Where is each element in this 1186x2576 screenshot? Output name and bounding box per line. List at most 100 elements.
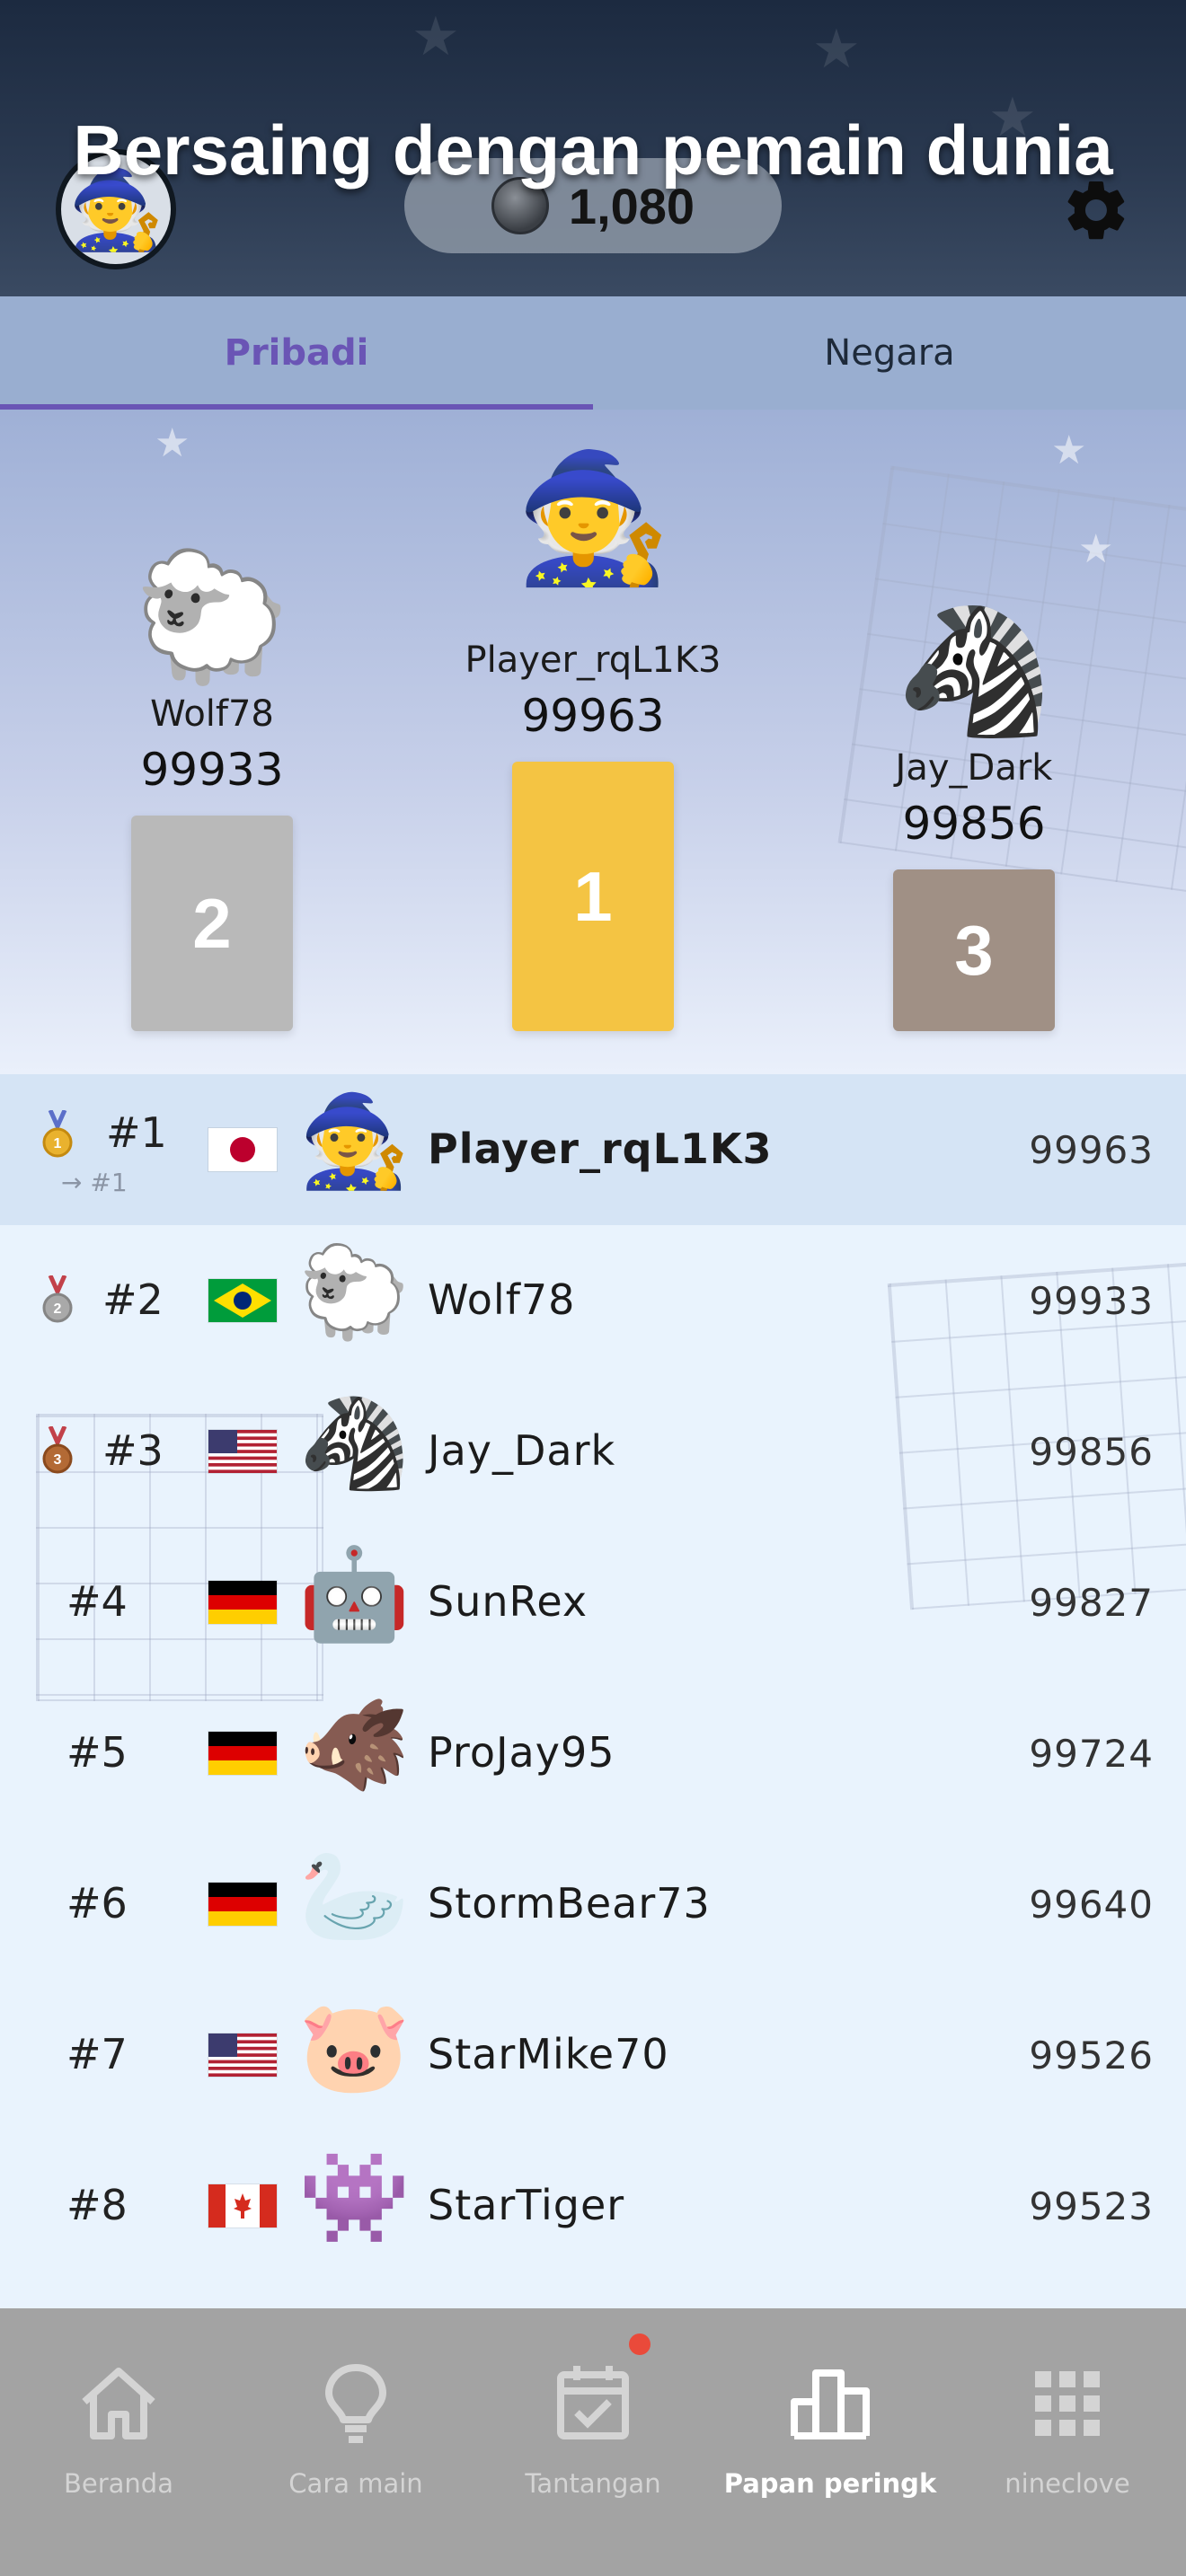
player-avatar: 🐷 xyxy=(298,1994,411,2099)
podium-name-3: Jay_Dark xyxy=(895,747,1053,789)
flag-brazil-icon xyxy=(208,1279,277,1322)
player-name: Jay_Dark xyxy=(428,1426,616,1475)
rank-label: #5 xyxy=(66,1728,128,1777)
svg-text:1: 1 xyxy=(54,1136,62,1151)
podium-avatar-1: 🧙 xyxy=(514,446,672,592)
podium-score-3: 99856 xyxy=(902,798,1046,850)
table-row[interactable]: 2 #2 🐑 Wolf78 99933 xyxy=(0,1225,1186,1376)
nav-item-cara-main[interactable]: Cara main xyxy=(237,2308,474,2576)
podium: ★ ★ ★ 🐑 Wolf78 99933 2 🧙 Player_rqL1K3 9… xyxy=(0,410,1186,1074)
silver-medal-icon: 2 xyxy=(42,1275,73,1323)
player-avatar: 🧙 xyxy=(298,1089,411,1194)
player-avatar: 🦢 xyxy=(298,1843,411,1948)
star-icon: ★ xyxy=(155,420,190,466)
svg-text:3: 3 xyxy=(54,1452,62,1468)
player-name: Player_rqL1K3 xyxy=(428,1125,773,1173)
gold-medal-icon: 1 xyxy=(42,1110,73,1158)
nav-item-beranda[interactable]: Beranda xyxy=(0,2308,237,2576)
table-row[interactable]: #8 👾 StarTiger 99523 xyxy=(0,2130,1186,2281)
star-icon: ★ xyxy=(412,5,460,68)
rank-label: #1 xyxy=(106,1108,167,1157)
player-avatar: 🐑 xyxy=(298,1239,411,1345)
star-icon: ★ xyxy=(1051,428,1087,473)
svg-text:2: 2 xyxy=(54,1301,62,1317)
table-row[interactable]: 3 #3 🦓 Jay_Dark 99856 xyxy=(0,1376,1186,1527)
podium-block-3: 3 xyxy=(893,869,1055,1031)
tab-label: Pribadi xyxy=(224,332,369,374)
player-name: StormBear73 xyxy=(428,1879,711,1928)
nav-label: Tantangan xyxy=(525,2468,661,2499)
table-row[interactable]: #7 🐷 StarMike70 99526 xyxy=(0,1980,1186,2130)
player-name: StarMike70 xyxy=(428,2030,669,2078)
notification-badge xyxy=(629,2333,651,2355)
grid-icon xyxy=(1035,2371,1100,2436)
podium-block-2: 2 xyxy=(131,816,293,1031)
player-score: 99640 xyxy=(1029,1883,1154,1927)
nav-label: Cara main xyxy=(288,2468,423,2499)
player-avatar: 🦓 xyxy=(298,1390,411,1495)
bronze-medal-icon: 3 xyxy=(42,1426,73,1474)
table-row[interactable]: 1 #1 → #1 🧙 Player_rqL1K3 99963 xyxy=(0,1074,1186,1225)
tab-label: Negara xyxy=(824,332,955,374)
star-icon: ★ xyxy=(812,18,861,81)
player-name: ProJay95 xyxy=(428,1728,615,1777)
flag-germany-icon xyxy=(208,1581,277,1624)
player-score: 99856 xyxy=(1029,1430,1154,1474)
player-name: Wolf78 xyxy=(428,1275,576,1324)
flag-germany-icon xyxy=(208,1732,277,1775)
player-avatar: 🤖 xyxy=(298,1541,411,1646)
rank-label: #6 xyxy=(66,1879,128,1928)
podium-score-2: 99933 xyxy=(140,744,284,796)
rank-label: #4 xyxy=(66,1577,128,1626)
rank-label: #8 xyxy=(66,2181,128,2229)
player-name: SunRex xyxy=(428,1577,589,1626)
table-row[interactable]: #4 🤖 SunRex 99827 xyxy=(0,1527,1186,1678)
leaderboard-icon xyxy=(791,2369,870,2439)
home-icon xyxy=(82,2368,155,2439)
flag-usa-icon xyxy=(208,2033,277,2077)
nav-label: Papan peringk xyxy=(723,2468,937,2499)
player-score: 99523 xyxy=(1029,2184,1154,2228)
podium-name-2: Wolf78 xyxy=(150,693,274,735)
player-score: 99526 xyxy=(1029,2033,1154,2078)
podium-avatar-2: 🐑 xyxy=(133,544,291,691)
star-icon: ★ xyxy=(1078,526,1114,572)
flag-germany-icon xyxy=(208,1883,277,1926)
lightbulb-icon xyxy=(325,2364,386,2443)
leaderboard-list: 1 #1 → #1 🧙 Player_rqL1K3 99963 2 #2 🐑 W… xyxy=(0,1074,1186,2308)
tab-negara[interactable]: Negara xyxy=(593,296,1186,410)
player-name: StarTiger xyxy=(428,2181,625,2229)
flag-japan-icon xyxy=(208,1128,277,1171)
player-score: 99933 xyxy=(1029,1279,1154,1323)
podium-block-1: 1 xyxy=(512,762,674,1031)
flag-canada-icon xyxy=(208,2184,277,2228)
player-score: 99963 xyxy=(1029,1128,1154,1172)
rank-label: #7 xyxy=(66,2030,128,2078)
previous-rank-label: → #1 xyxy=(61,1168,128,1197)
podium-name-1: Player_rqL1K3 xyxy=(465,640,721,681)
tab-pribadi[interactable]: Pribadi xyxy=(0,296,593,410)
gear-icon[interactable] xyxy=(1060,174,1132,246)
player-avatar: 🐗 xyxy=(298,1692,411,1797)
player-avatar: 👾 xyxy=(298,2145,411,2250)
podium-avatar-3: 🦓 xyxy=(895,598,1053,745)
podium-score-1: 99963 xyxy=(521,690,665,742)
player-score: 99724 xyxy=(1029,1732,1154,1776)
table-row[interactable]: #6 🦢 StormBear73 99640 xyxy=(0,1829,1186,1980)
nav-label: nineclove xyxy=(1005,2468,1130,2499)
bottom-nav: Beranda Cara main Tantangan Papan pering… xyxy=(0,2308,1186,2576)
nav-label: Beranda xyxy=(64,2468,173,2499)
podium-place-1: 1 xyxy=(573,856,613,936)
tab-bar: Pribadi Negara xyxy=(0,296,1186,410)
page-title: Bersaing dengan pemain dunia xyxy=(73,110,1113,190)
flag-usa-icon xyxy=(208,1430,277,1473)
nav-item-tantangan[interactable]: Tantangan xyxy=(474,2308,712,2576)
player-score: 99827 xyxy=(1029,1581,1154,1625)
rank-label: #3 xyxy=(102,1426,164,1475)
rank-label: #2 xyxy=(102,1275,164,1324)
table-row[interactable]: #5 🐗 ProJay95 99724 xyxy=(0,1678,1186,1829)
calendar-check-icon xyxy=(557,2366,629,2439)
nav-item-papan-peringkat[interactable]: Papan peringk xyxy=(712,2308,949,2576)
nav-item-nineclove[interactable]: nineclove xyxy=(949,2308,1186,2576)
podium-place-3: 3 xyxy=(954,910,994,990)
